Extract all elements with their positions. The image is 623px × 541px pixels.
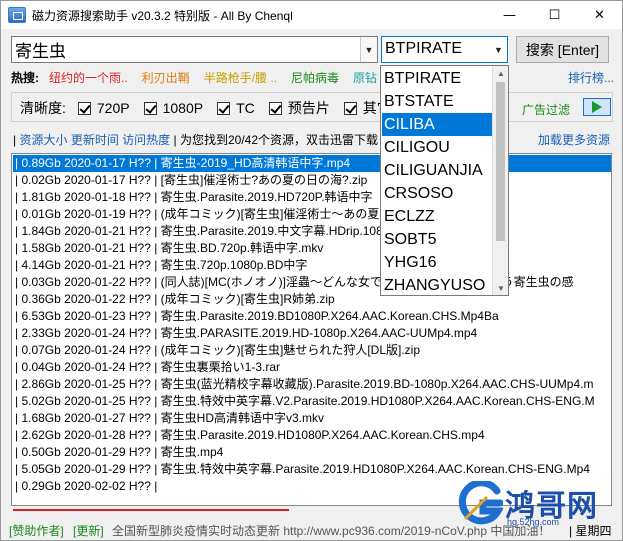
- list-item[interactable]: | 1.68Gb 2020-01-27 H?? | 寄生虫HD高清韩语中字v3.…: [13, 410, 611, 427]
- engine-select[interactable]: BTPIRATE ▼: [381, 36, 508, 63]
- chevron-down-icon[interactable]: ▼: [360, 37, 377, 62]
- title-bar[interactable]: 磁力资源搜索助手 v20.3.2 特别版 - All By Chenql — ☐…: [1, 1, 622, 29]
- load-more-link[interactable]: 加载更多资源: [538, 131, 610, 148]
- ranking-link[interactable]: 排行榜...: [568, 69, 614, 86]
- checkbox-trailer[interactable]: 预告片: [268, 98, 330, 118]
- search-input[interactable]: [12, 37, 358, 62]
- list-item[interactable]: | 2.62Gb 2020-01-28 H?? | 寄生虫.Parasite.2…: [13, 427, 611, 444]
- list-item[interactable]: | 0.50Gb 2020-01-29 H?? | 寄生虫.mp4: [13, 444, 611, 461]
- list-item[interactable]: | 0.01Gb 2020-01-19 H?? | (成年コミック)[寄生虫]催…: [13, 206, 611, 223]
- watermark-subtext: hg.52hg.com: [507, 517, 560, 527]
- list-item[interactable]: | 1.84Gb 2020-01-21 H?? | 寄生虫.Parasite.2…: [13, 223, 611, 240]
- hot-search-item[interactable]: 尼帕病毒: [291, 69, 339, 86]
- hot-search-item[interactable]: 纽约的一个雨..: [49, 69, 128, 86]
- engine-option[interactable]: ZHANGYUSO: [382, 274, 493, 295]
- engine-option[interactable]: CILIBA: [382, 113, 493, 136]
- list-item[interactable]: | 5.02Gb 2020-01-25 H?? | 寄生虫.特效中英字幕.V2.…: [13, 393, 611, 410]
- hot-search-item[interactable]: 原钻: [353, 69, 377, 86]
- resolution-label: 清晰度:: [20, 100, 66, 116]
- scroll-down-icon[interactable]: ▼: [493, 281, 508, 295]
- checkbox-720p[interactable]: 720P: [77, 100, 130, 116]
- checkbox-1080p[interactable]: 1080P: [143, 100, 203, 116]
- close-button[interactable]: ✕: [577, 1, 622, 29]
- update-link[interactable]: [更新]: [73, 522, 104, 539]
- engine-option[interactable]: CILIGOU: [382, 136, 493, 159]
- hot-search-item[interactable]: 半路枪手/腰 ..: [204, 69, 277, 86]
- result-count-message: 为您找到20/42个资源，双击迅雷下载: [179, 133, 379, 147]
- sort-by-popularity-link[interactable]: 访问热度: [122, 133, 170, 147]
- sponsor-link[interactable]: [赞助作者]: [9, 522, 64, 539]
- loading-progress-line: [13, 509, 289, 511]
- sort-by-time-link[interactable]: 更新时间: [71, 133, 119, 147]
- scroll-up-icon[interactable]: ▲: [493, 66, 508, 80]
- search-combobox[interactable]: ▼: [11, 36, 378, 63]
- list-item[interactable]: | 4.14Gb 2020-01-21 H?? | 寄生虫.720p.1080p…: [13, 257, 611, 274]
- hot-search-bar: 热搜: 纽约的一个雨.. 利刃出鞘 半路枪手/腰 .. 尼帕病毒 原钻 排行榜.…: [11, 68, 616, 86]
- engine-option[interactable]: YHG16: [382, 251, 493, 274]
- chevron-down-icon[interactable]: ▼: [490, 37, 507, 62]
- minimize-button[interactable]: —: [487, 1, 532, 29]
- ad-filter-label[interactable]: 广告过滤: [522, 101, 570, 118]
- list-item[interactable]: | 5.05Gb 2020-01-29 H?? | 寄生虫.特效中英字幕.Par…: [13, 461, 611, 478]
- list-item[interactable]: | 0.02Gb 2020-01-17 H?? | [寄生虫]催淫術士?あの夏の…: [13, 172, 611, 189]
- engine-option[interactable]: BTSTATE: [382, 90, 493, 113]
- engine-option[interactable]: BTPIRATE: [382, 67, 493, 90]
- engine-dropdown-list[interactable]: BTPIRATE BTSTATE CILIBA CILIGOU CILIGUAN…: [380, 65, 509, 296]
- list-item[interactable]: | 0.03Gb 2020-01-22 H?? | (同人誌)[MC(ホノオノ)…: [13, 274, 611, 291]
- hot-search-item[interactable]: 利刃出鞘: [142, 69, 190, 86]
- dropdown-scrollbar[interactable]: ▲ ▼: [492, 66, 508, 295]
- watermark-logo: 鸿哥网 hg.52hg.com: [457, 477, 617, 527]
- maximize-button[interactable]: ☐: [532, 1, 577, 29]
- watermark-g-icon: [458, 481, 503, 525]
- hot-search-label: 热搜:: [11, 70, 39, 85]
- engine-option[interactable]: SOBT5: [382, 228, 493, 251]
- sort-by-size-link[interactable]: 资源大小: [19, 133, 67, 147]
- app-window: 磁力资源搜索助手 v20.3.2 特别版 - All By Chenql — ☐…: [0, 0, 623, 541]
- scrollbar-thumb[interactable]: [496, 82, 505, 241]
- checkbox-check-icon: [217, 101, 231, 115]
- list-item[interactable]: | 6.53Gb 2020-01-23 H?? | 寄生虫.Parasite.2…: [13, 308, 611, 325]
- results-list[interactable]: | 0.89Gb 2020-01-17 H?? | 寄生虫-2019_HD高清韩…: [11, 153, 612, 506]
- checkbox-tc[interactable]: TC: [217, 100, 255, 116]
- engine-option[interactable]: CILIGUANJIA: [382, 159, 493, 182]
- checkbox-check-icon: [143, 101, 157, 115]
- engine-select-value: BTPIRATE: [385, 40, 463, 57]
- filter-group: 清晰度: 720P 1080P TC 预告片 其它 广告过滤: [11, 92, 613, 122]
- list-item[interactable]: | 2.33Gb 2020-01-24 H?? | 寄生虫.PARASITE.2…: [13, 325, 611, 342]
- ad-filter-toggle-button[interactable]: [583, 98, 611, 116]
- list-item[interactable]: | 1.58Gb 2020-01-21 H?? | 寄生虫.BD.720p.韩语…: [13, 240, 611, 257]
- list-item[interactable]: | 0.07Gb 2020-01-24 H?? | (成年コミック)[寄生虫]魅…: [13, 342, 611, 359]
- result-status-line: | 资源大小 更新时间 访问热度 | 为您找到20/42个资源，双击迅雷下载: [13, 133, 379, 147]
- checkbox-check-icon: [343, 101, 357, 115]
- app-logo-icon: [8, 7, 26, 23]
- list-item[interactable]: | 0.04Gb 2020-01-24 H?? | 寄生虫裏栗拾い1-3.rar: [13, 359, 611, 376]
- play-icon: [592, 101, 602, 113]
- checkbox-check-icon: [77, 101, 91, 115]
- list-item[interactable]: | 0.36Gb 2020-01-22 H?? | (成年コミック)[寄生虫]R…: [13, 291, 611, 308]
- list-item[interactable]: | 2.86Gb 2020-01-25 H?? | 寄生虫(蓝光精校字幕收藏版)…: [13, 376, 611, 393]
- list-item[interactable]: | 0.89Gb 2020-01-17 H?? | 寄生虫-2019_HD高清韩…: [13, 155, 611, 172]
- window-title: 磁力资源搜索助手 v20.3.2 特别版 - All By Chenql: [32, 8, 293, 23]
- list-item[interactable]: | 1.81Gb 2020-01-18 H?? | 寄生虫.Parasite.2…: [13, 189, 611, 206]
- checkbox-check-icon: [268, 101, 282, 115]
- engine-option[interactable]: ECLZZ: [382, 205, 493, 228]
- engine-option[interactable]: CRSOSO: [382, 182, 493, 205]
- search-button[interactable]: 搜索 [Enter]: [516, 36, 609, 63]
